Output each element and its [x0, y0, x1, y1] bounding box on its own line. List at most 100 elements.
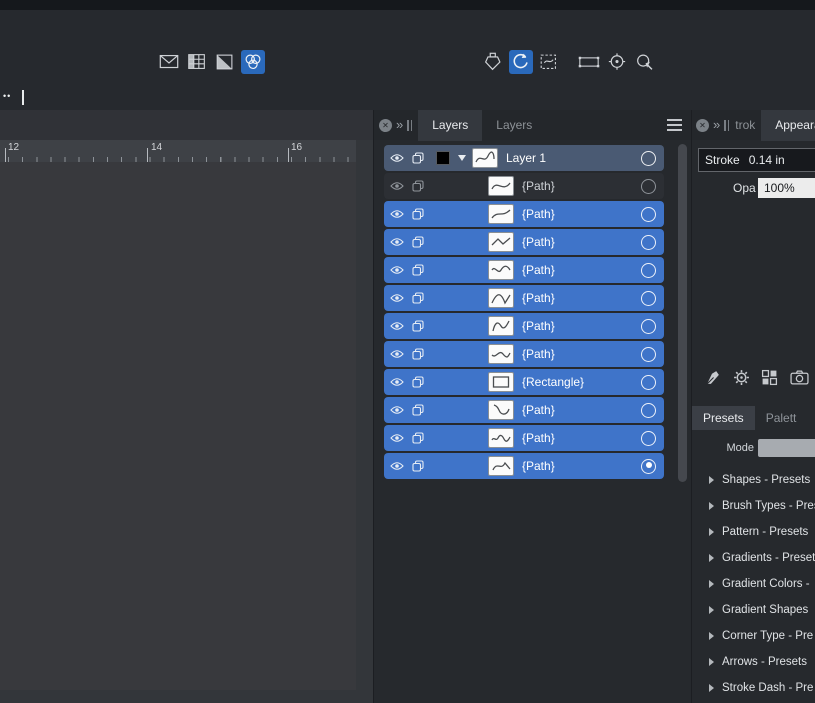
- layer-row[interactable]: {Path}: [384, 173, 664, 199]
- preset-group-shapes[interactable]: Shapes - Presets: [692, 467, 815, 493]
- overflow-dots-icon[interactable]: ••: [3, 91, 11, 101]
- visibility-eye-icon[interactable]: [390, 405, 404, 415]
- layers-scrollbar-thumb[interactable]: [678, 144, 687, 482]
- layer-row[interactable]: {Path}: [384, 453, 664, 479]
- preset-group-gradient-shapes[interactable]: Gradient Shapes: [692, 597, 815, 623]
- panel-menu-icon[interactable]: [667, 119, 682, 131]
- visibility-eye-icon[interactable]: [390, 237, 404, 247]
- layer-row[interactable]: {Path}: [384, 341, 664, 367]
- mode-dropdown[interactable]: [758, 439, 815, 457]
- vertical-scroll-track[interactable]: [356, 140, 373, 703]
- layer-row[interactable]: {Path}: [384, 313, 664, 339]
- preset-group-arrows[interactable]: Arrows - Presets: [692, 649, 815, 675]
- layer-row[interactable]: {Path}: [384, 285, 664, 311]
- layer-select-circle[interactable]: [641, 179, 656, 194]
- visibility-eye-icon[interactable]: [390, 433, 404, 443]
- visibility-eye-icon[interactable]: [390, 181, 404, 191]
- visibility-eye-icon[interactable]: [390, 153, 404, 163]
- layer-select-circle[interactable]: [641, 347, 656, 362]
- lock-icon[interactable]: [412, 264, 424, 276]
- envelope-tool-button[interactable]: [157, 50, 181, 74]
- lock-icon[interactable]: [412, 432, 424, 444]
- preset-group-list: Shapes - Presets Brush Types - Pres Patt…: [692, 467, 815, 701]
- layer-select-circle[interactable]: [641, 151, 656, 166]
- lock-icon[interactable]: [412, 236, 424, 248]
- layer-row[interactable]: {Path}: [384, 201, 664, 227]
- lock-icon[interactable]: [412, 404, 424, 416]
- visibility-eye-icon[interactable]: [390, 293, 404, 303]
- tab-layers-2[interactable]: Layers: [482, 110, 546, 141]
- preset-group-brush-types[interactable]: Brush Types - Pres: [692, 493, 815, 519]
- visibility-eye-icon[interactable]: [390, 209, 404, 219]
- lock-icon[interactable]: [412, 180, 424, 192]
- lock-icon[interactable]: [412, 292, 424, 304]
- tab-appearance[interactable]: Appeara: [761, 110, 815, 141]
- lock-icon[interactable]: [412, 348, 424, 360]
- layer-select-circle[interactable]: [641, 263, 656, 278]
- preset-group-stroke-dash[interactable]: Stroke Dash - Pre: [692, 675, 815, 701]
- tiles-button[interactable]: [761, 369, 778, 386]
- lock-icon[interactable]: [412, 208, 424, 220]
- blend-circles-tool-button[interactable]: [241, 50, 265, 74]
- expand-chevrons-icon[interactable]: »: [396, 117, 403, 132]
- lock-icon[interactable]: [412, 376, 424, 388]
- layer-row[interactable]: {Path}: [384, 397, 664, 423]
- gear-button[interactable]: [733, 369, 750, 386]
- close-icon[interactable]: ✕: [379, 119, 392, 132]
- document-canvas[interactable]: [0, 162, 356, 690]
- circle-pen-tool-button[interactable]: [633, 50, 657, 74]
- layer-row[interactable]: {Path}: [384, 229, 664, 255]
- camera-button[interactable]: [790, 370, 809, 385]
- grid-tool-button[interactable]: [185, 50, 209, 74]
- preset-group-gradient-colors[interactable]: Gradient Colors -: [692, 571, 815, 597]
- layer-select-circle[interactable]: [641, 235, 656, 250]
- ruler-major-tick: [288, 148, 289, 162]
- layer-select-circle[interactable]: [641, 207, 656, 222]
- tab-layers-1[interactable]: Layers: [418, 110, 482, 141]
- layer-select-circle[interactable]: [641, 291, 656, 306]
- tab-palette[interactable]: Palett: [755, 406, 808, 430]
- visibility-eye-icon[interactable]: [390, 377, 404, 387]
- preset-group-gradients[interactable]: Gradients - Preset: [692, 545, 815, 571]
- expander-triangle-icon[interactable]: [458, 155, 466, 161]
- layer-row[interactable]: {Rectangle}: [384, 369, 664, 395]
- preset-group-corner-type[interactable]: Corner Type - Pre: [692, 623, 815, 649]
- layer-select-circle[interactable]: [641, 459, 656, 474]
- rotate-tool-button[interactable]: [509, 50, 533, 74]
- layer-label: {Path}: [522, 431, 555, 445]
- lock-icon[interactable]: [412, 320, 424, 332]
- diagonal-fill-tool-button[interactable]: [213, 50, 237, 74]
- layer-row[interactable]: {Path}: [384, 257, 664, 283]
- visibility-eye-icon[interactable]: [390, 349, 404, 359]
- visibility-eye-icon[interactable]: [390, 461, 404, 471]
- expand-chevrons-icon[interactable]: »: [713, 117, 720, 132]
- layer-select-circle[interactable]: [641, 375, 656, 390]
- layer-color-swatch[interactable]: [436, 151, 450, 165]
- lock-icon[interactable]: [412, 152, 424, 164]
- tab-presets[interactable]: Presets: [692, 406, 755, 430]
- ink-bottle-tool-button[interactable]: [481, 50, 505, 74]
- close-icon[interactable]: ✕: [696, 119, 709, 132]
- tab-stroke-partial[interactable]: trok: [735, 118, 755, 132]
- layer-label: {Path}: [522, 403, 555, 417]
- horizontal-scroll-track[interactable]: [0, 690, 356, 703]
- layer-select-circle[interactable]: [641, 403, 656, 418]
- layer-select-circle[interactable]: [641, 431, 656, 446]
- stroke-width-field[interactable]: Stroke 0.14 in: [698, 148, 815, 172]
- rect-marquee-tool-button[interactable]: [577, 50, 601, 74]
- panel-drag-handle-icon[interactable]: [407, 120, 412, 131]
- target-gear-tool-button[interactable]: [605, 50, 629, 74]
- layer-select-circle[interactable]: [641, 319, 656, 334]
- visibility-eye-icon[interactable]: [390, 265, 404, 275]
- grid-icon: [186, 51, 208, 73]
- lock-icon[interactable]: [412, 460, 424, 472]
- layer-row[interactable]: {Path}: [384, 425, 664, 451]
- dashed-marquee-tool-button[interactable]: [537, 50, 561, 74]
- visibility-eye-icon[interactable]: [390, 321, 404, 331]
- preset-group-pattern[interactable]: Pattern - Presets: [692, 519, 815, 545]
- panel-drag-handle-icon[interactable]: [724, 120, 729, 131]
- layer-row-group[interactable]: Layer 1: [384, 145, 664, 171]
- pen-nib-button[interactable]: [704, 369, 721, 386]
- layer-thumbnail: [472, 148, 498, 168]
- opacity-field[interactable]: 100%: [758, 178, 815, 198]
